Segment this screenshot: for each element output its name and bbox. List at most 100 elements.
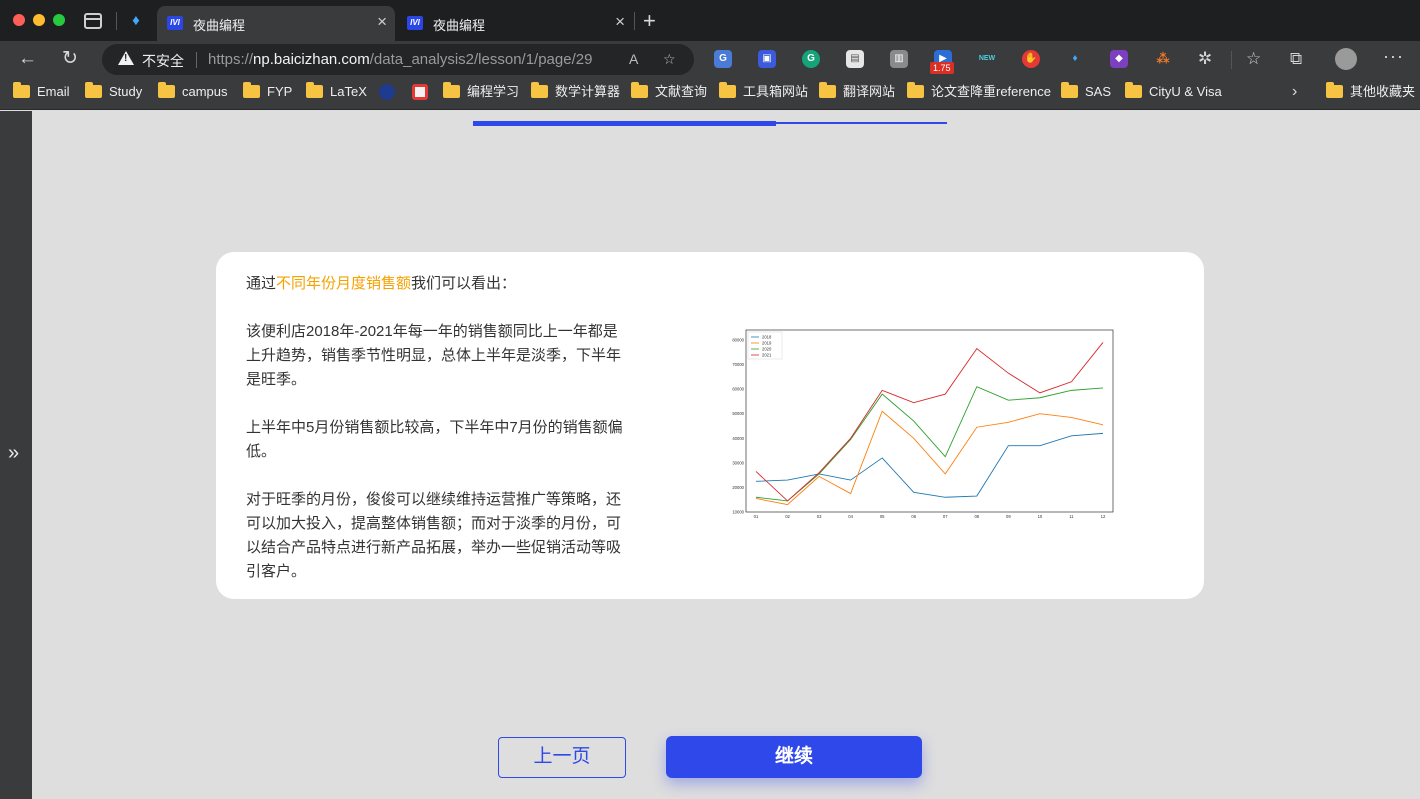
side-panel-rail: » bbox=[0, 111, 32, 799]
paragraph: 上半年中5月份销售额比较高，下半年中7月份的销售额偏低。 bbox=[246, 419, 623, 460]
site-favicon-icon: IVI bbox=[167, 16, 183, 30]
document-extension-icon[interactable]: ▤ bbox=[846, 50, 864, 68]
paragraph: 对于旺季的月份，俊俊可以继续维持运营推广等策略，还可以加大投入，提高整体销售额；… bbox=[246, 491, 622, 580]
folder-icon bbox=[631, 82, 648, 98]
legend-label: 2018 bbox=[762, 335, 772, 340]
x-tick-label: 09 bbox=[1006, 514, 1011, 519]
y-tick-label: 60000 bbox=[732, 387, 744, 392]
plot-frame bbox=[745, 329, 1114, 513]
paragraph: 该便利店2018年-2021年每一年的销售额同比上一年都是上升趋势，销售季节性明… bbox=[246, 323, 622, 388]
collections-icon[interactable]: ⧉ bbox=[1290, 49, 1302, 69]
x-tick-label: 02 bbox=[785, 514, 790, 519]
y-tick-label: 70000 bbox=[732, 362, 744, 367]
pages-extension-icon[interactable]: ▥ bbox=[890, 50, 908, 68]
maximize-window-button[interactable] bbox=[53, 14, 65, 26]
other-favorites-folder[interactable]: 其他收藏夹 bbox=[1326, 82, 1415, 102]
x-tick-label: 05 bbox=[880, 514, 885, 519]
close-tab-icon[interactable]: × bbox=[615, 13, 625, 31]
y-tick-label: 20000 bbox=[732, 485, 744, 490]
continue-button[interactable]: 继续 bbox=[666, 736, 922, 778]
x-tick-label: 08 bbox=[974, 514, 979, 519]
sales-line-chart: 10000 20000 30000 40000 50000 60000 70000 80000… bbox=[732, 329, 1114, 519]
folder-icon bbox=[13, 82, 30, 98]
tab-actions-icon[interactable] bbox=[84, 13, 102, 29]
previous-page-button[interactable]: 上一页 bbox=[498, 737, 626, 778]
adblock-extension-icon[interactable]: ✋ bbox=[1022, 50, 1040, 68]
new-tab-button[interactable]: + bbox=[643, 9, 656, 33]
pinned-tab-diamond-icon[interactable]: ♦ bbox=[126, 12, 146, 32]
warning-icon bbox=[118, 51, 134, 65]
divider bbox=[196, 52, 197, 68]
x-tick-label: 03 bbox=[817, 514, 822, 519]
url-text[interactable]: https://np.baicizhan.com/data_analysis2/… bbox=[208, 51, 592, 68]
extension-icon[interactable]: ▣ bbox=[758, 50, 776, 68]
bookmark-folder[interactable]: LaTeX bbox=[306, 82, 367, 102]
close-tab-icon[interactable]: × bbox=[377, 13, 387, 31]
bookmark-folder[interactable]: Email bbox=[13, 82, 70, 102]
tab-inactive[interactable]: IVI 夜曲编程 × bbox=[397, 6, 633, 41]
address-bar[interactable]: 不安全 https://np.baicizhan.com/data_analys… bbox=[102, 44, 694, 75]
add-favorite-icon[interactable]: ☆ bbox=[663, 51, 676, 68]
x-tick-label: 12 bbox=[1101, 514, 1106, 519]
tab-strip: ♦ IVI 夜曲编程 × IVI 夜曲编程 × + bbox=[0, 0, 1420, 41]
folder-icon bbox=[1125, 82, 1142, 98]
legend-label: 2019 bbox=[762, 341, 772, 346]
dots-extension-icon[interactable]: ⁂ bbox=[1154, 50, 1172, 68]
bookmark-folder[interactable]: Study bbox=[85, 82, 142, 102]
folder-icon bbox=[443, 82, 460, 98]
minimize-window-button[interactable] bbox=[33, 14, 45, 26]
more-menu-icon[interactable]: ··· bbox=[1383, 46, 1404, 67]
profile-avatar[interactable] bbox=[1335, 48, 1357, 70]
lesson-text: 通过不同年份月度销售额我们可以看出： 该便利店2018年-2021年每一年的销售… bbox=[246, 272, 630, 608]
back-button[interactable]: ← bbox=[18, 48, 37, 70]
folder-icon bbox=[243, 82, 260, 98]
close-window-button[interactable] bbox=[13, 14, 25, 26]
x-tick-label: 04 bbox=[848, 514, 853, 519]
bookmark-folder[interactable]: 文献查询 bbox=[631, 82, 707, 102]
read-aloud-icon[interactable]: A bbox=[629, 51, 638, 67]
bookmark-folder[interactable]: campus bbox=[158, 82, 228, 102]
bookmarks-bar: Email Study campus FYP LaTeX 编程学习 数学计算器 … bbox=[0, 77, 1420, 110]
grammarly-extension-icon[interactable]: G bbox=[802, 50, 820, 68]
site-favicon-icon: IVI bbox=[407, 16, 423, 30]
bookmark-folder[interactable]: 翻译网站 bbox=[819, 82, 895, 102]
intro-line: 通过不同年份月度销售额我们可以看出： bbox=[246, 275, 517, 292]
highlight-text: 不同年份月度销售额 bbox=[276, 275, 412, 292]
diamond-extension-icon[interactable]: ♦ bbox=[1066, 50, 1084, 68]
reload-button[interactable]: ↻ bbox=[62, 48, 78, 70]
chevron-right-icon[interactable]: › bbox=[1292, 83, 1297, 101]
y-tick-label: 80000 bbox=[732, 338, 744, 343]
bookmark-site[interactable] bbox=[379, 84, 395, 102]
new-extension-icon[interactable]: NEW bbox=[978, 50, 996, 68]
expand-sidebar-icon[interactable]: » bbox=[8, 442, 19, 465]
legend-label: 2021 bbox=[762, 353, 772, 358]
bookmark-folder[interactable]: 论文查降重reference bbox=[907, 82, 1051, 102]
folder-icon bbox=[158, 82, 175, 98]
x-tick-label: 07 bbox=[943, 514, 948, 519]
lesson-card: 通过不同年份月度销售额我们可以看出： 该便利店2018年-2021年每一年的销售… bbox=[216, 252, 1204, 599]
cube-extension-icon[interactable]: ◆ bbox=[1110, 50, 1128, 68]
tab-active[interactable]: IVI 夜曲编程 × bbox=[157, 6, 395, 41]
y-tick-label: 10000 bbox=[732, 510, 744, 515]
bookmark-folder[interactable]: 工具箱网站 bbox=[719, 82, 808, 102]
bookmark-folder[interactable]: 编程学习 bbox=[443, 82, 519, 102]
y-tick-label: 30000 bbox=[732, 460, 744, 465]
divider bbox=[116, 12, 117, 30]
bookmark-folder[interactable]: CityU & Visa bbox=[1125, 82, 1222, 102]
x-tick-label: 01 bbox=[754, 514, 759, 519]
tab-title: 夜曲编程 bbox=[433, 18, 486, 33]
folder-icon bbox=[531, 82, 548, 98]
insecure-label[interactable]: 不安全 bbox=[142, 51, 184, 71]
bookmark-folder[interactable]: 数学计算器 bbox=[531, 82, 620, 102]
extensions-puzzle-icon[interactable]: ✲ bbox=[1198, 49, 1212, 69]
divider bbox=[1231, 51, 1232, 69]
y-tick-label: 40000 bbox=[732, 436, 744, 441]
folder-icon bbox=[1061, 82, 1078, 98]
bookmark-folder[interactable]: SAS bbox=[1061, 82, 1111, 102]
translate-extension-icon[interactable]: G bbox=[714, 50, 732, 68]
favorites-icon[interactable]: ☆ bbox=[1246, 49, 1261, 69]
bookmark-folder[interactable]: FYP bbox=[243, 82, 292, 102]
folder-icon bbox=[819, 82, 836, 98]
bookmark-site[interactable] bbox=[412, 84, 428, 102]
folder-icon bbox=[306, 82, 323, 98]
